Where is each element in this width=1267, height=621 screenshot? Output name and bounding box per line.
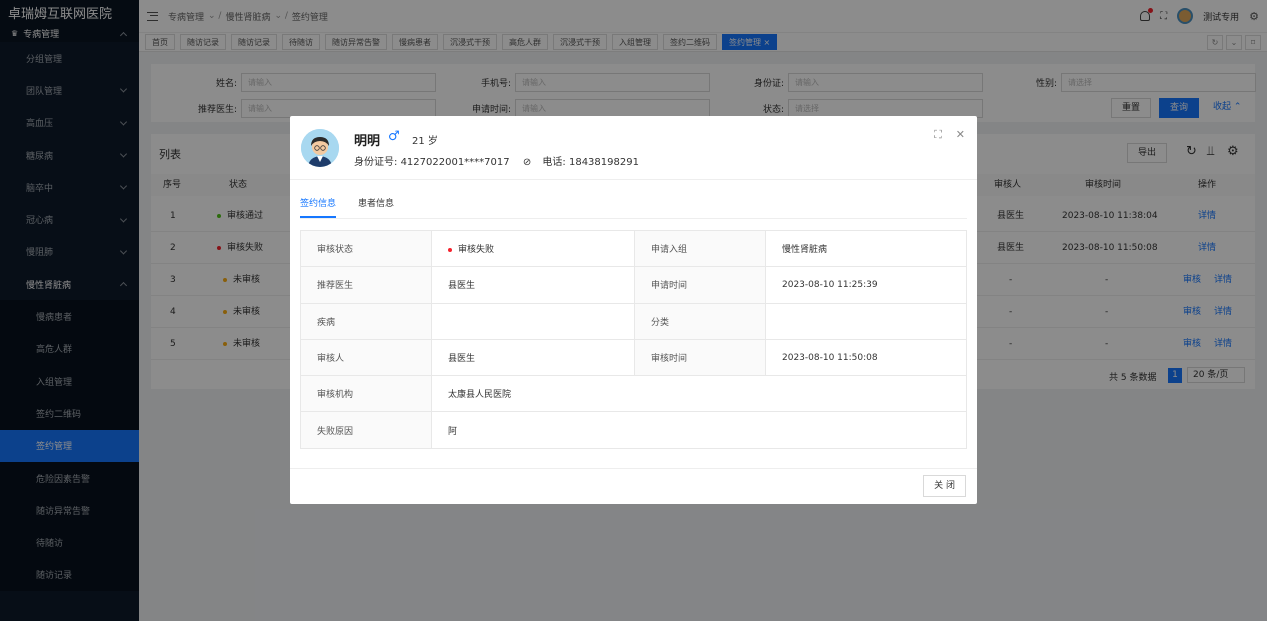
fullscreen-icon[interactable]: ⛶ <box>934 128 942 142</box>
review-time: 2023-08-10 11:50:08 <box>765 338 967 377</box>
male-icon: ♂ <box>388 129 400 144</box>
review-status: 审核失败 <box>458 245 495 256</box>
recommend-doctor: 县医生 <box>431 266 635 304</box>
modal-footer: 关 闭 <box>290 468 977 504</box>
modal-tabs: 签约信息 患者信息 <box>300 196 394 218</box>
patient-name: 明明 <box>354 134 381 149</box>
patient-id: 4127022001****7017 <box>400 157 510 168</box>
patient-phone: 18438198291 <box>568 157 639 168</box>
status-dot <box>448 247 452 252</box>
info-row: 疾病 分类 <box>300 302 967 340</box>
fail-reason: 阿 <box>431 411 967 449</box>
tab-divider <box>300 218 967 219</box>
info-row: 失败原因 阿 <box>300 411 967 449</box>
info-row: 审核状态 审核失败 申请入组 慢性肾脏病 <box>300 229 967 268</box>
eye-off-icon[interactable]: ⊘ <box>523 157 531 168</box>
review-org: 太康县人民医院 <box>431 375 967 413</box>
reviewer: 县医生 <box>431 338 635 377</box>
info-row: 推荐医生 县医生 申请时间 2023-08-10 11:25:39 <box>300 266 967 304</box>
tab-patient-info[interactable]: 患者信息 <box>358 196 394 218</box>
close-icon[interactable]: ✕ <box>956 128 965 142</box>
modal-header: 明明 ♂ 21 岁 身份证号: 4127022001****7017 ⊘ 电话:… <box>290 116 977 180</box>
disease <box>431 302 635 340</box>
close-button[interactable]: 关 闭 <box>923 475 966 497</box>
modal-header-actions: ⛶ ✕ <box>934 128 965 142</box>
patient-age: 21 岁 <box>412 136 438 147</box>
info-row: 审核机构 太康县人民医院 <box>300 375 967 413</box>
apply-group: 慢性肾脏病 <box>765 229 967 268</box>
patient-avatar <box>301 129 339 167</box>
sign-detail-modal: 明明 ♂ 21 岁 身份证号: 4127022001****7017 ⊘ 电话:… <box>290 116 977 504</box>
sign-info-table: 审核状态 审核失败 申请入组 慢性肾脏病 推荐医生 县医生 申请时间 2023-… <box>300 229 967 449</box>
tab-sign-info[interactable]: 签约信息 <box>300 196 337 218</box>
info-row: 审核人 县医生 审核时间 2023-08-10 11:50:08 <box>300 338 967 377</box>
apply-time: 2023-08-10 11:25:39 <box>765 266 967 304</box>
category <box>765 302 967 340</box>
patient-id-line: 身份证号: 4127022001****7017 ⊘ 电话: 184381982… <box>354 157 639 168</box>
